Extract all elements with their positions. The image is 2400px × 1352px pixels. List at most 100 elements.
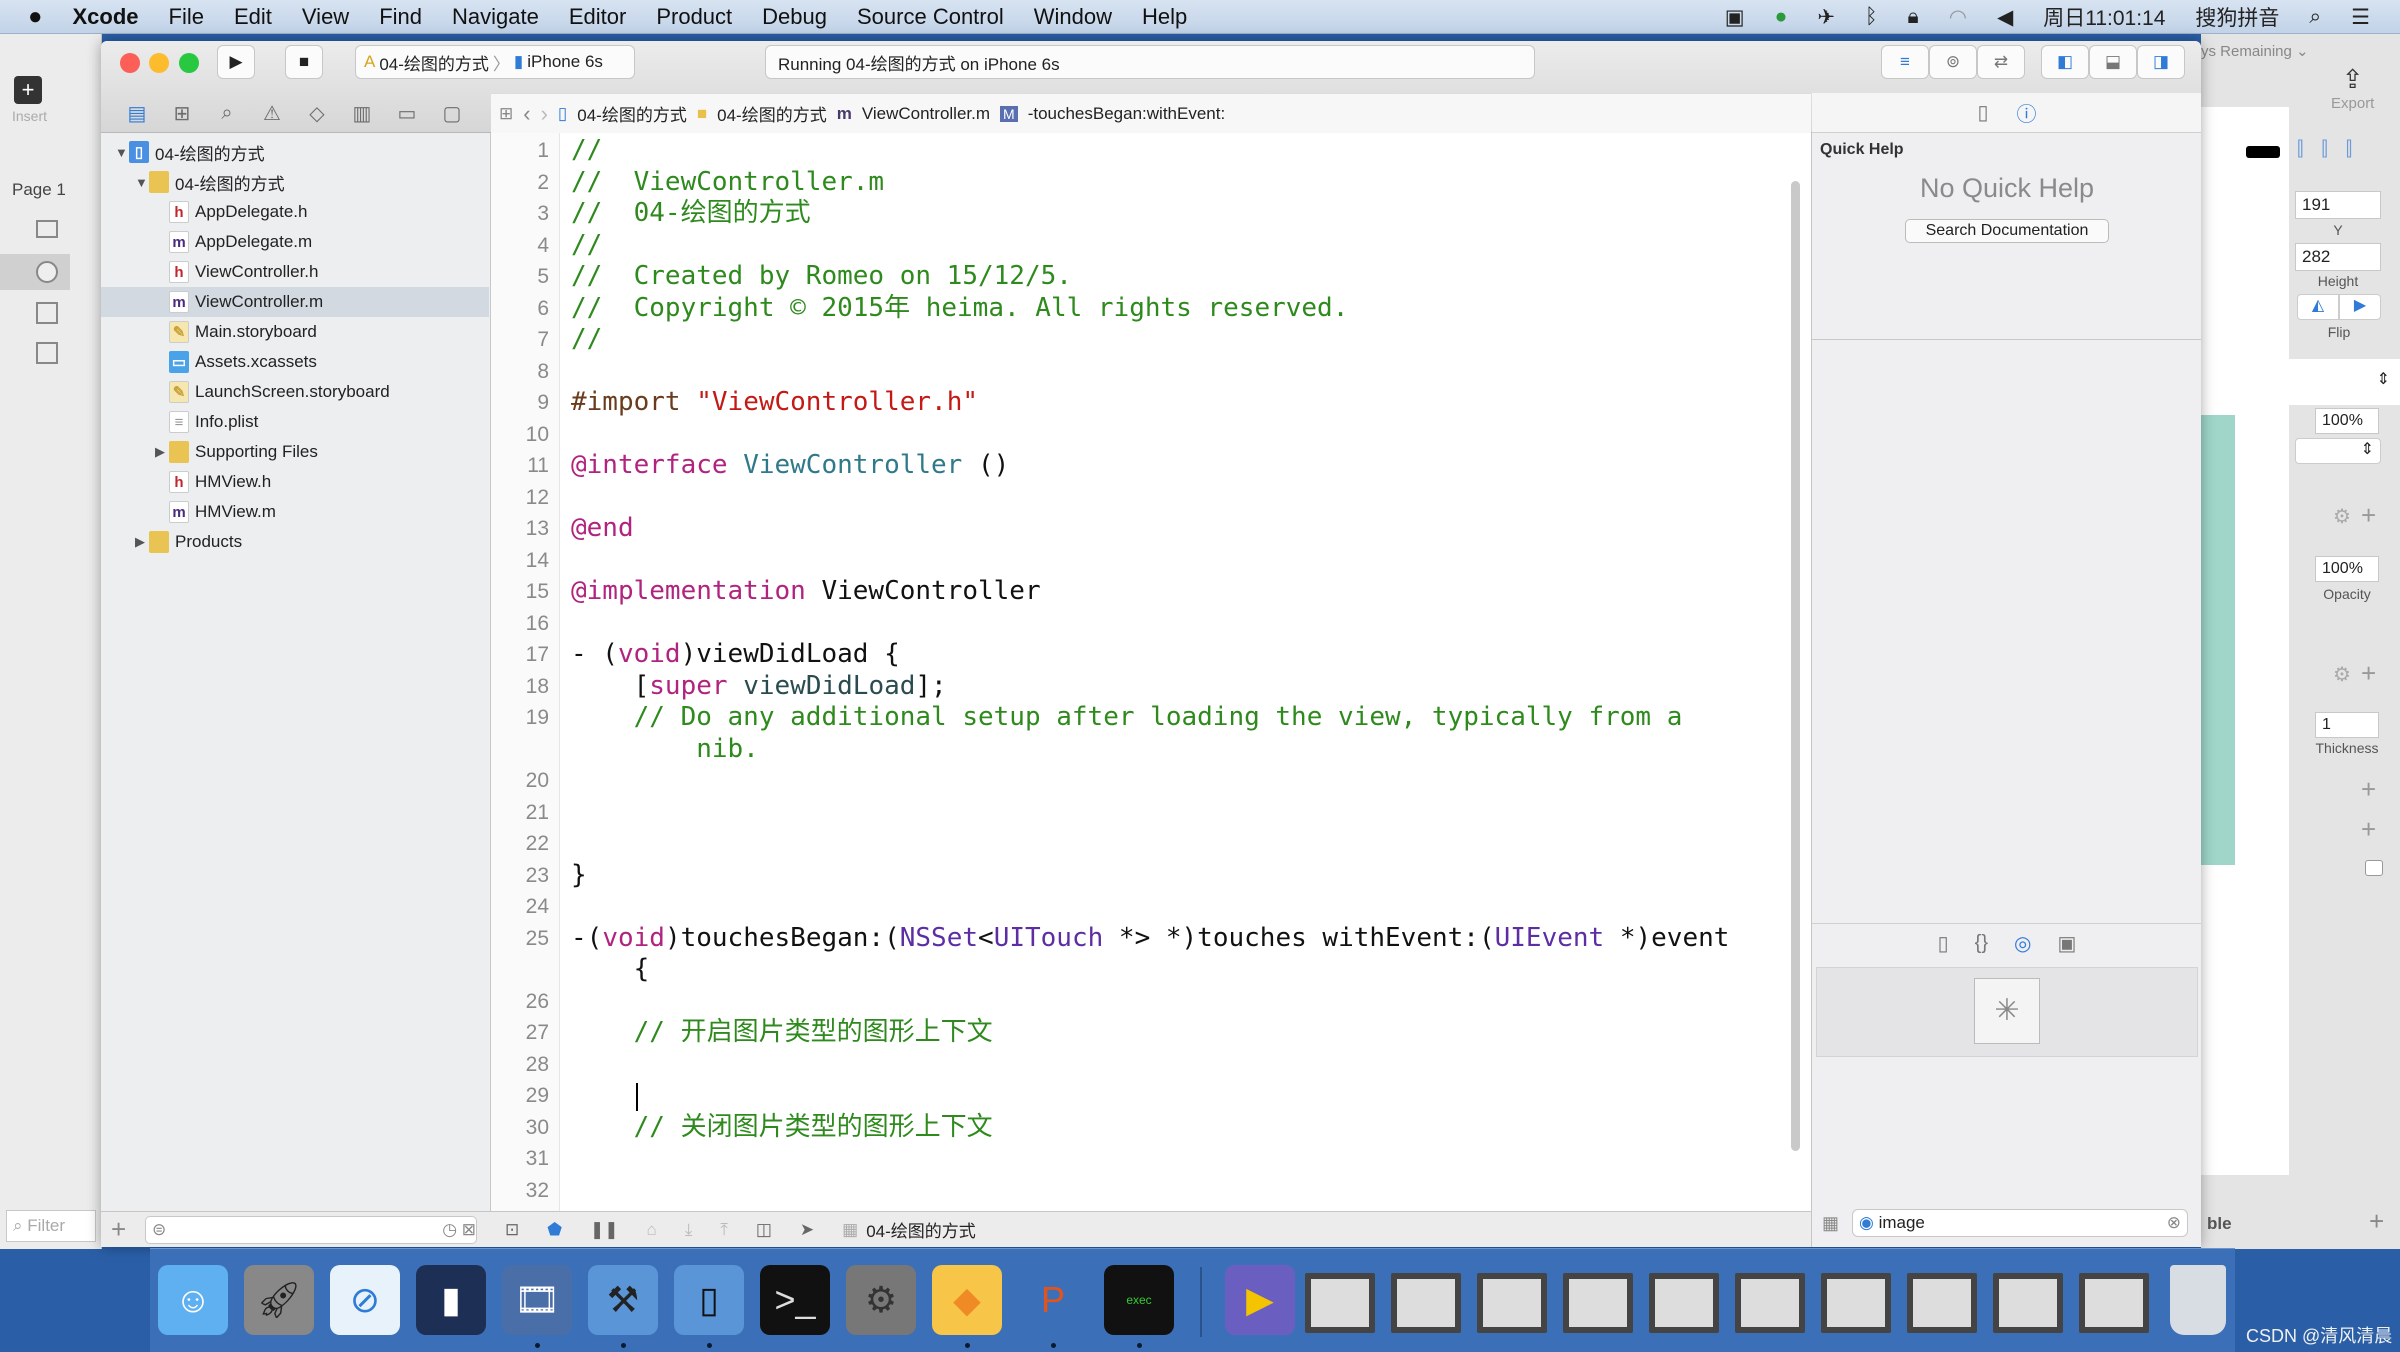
y-field[interactable]: 191	[2295, 191, 2381, 219]
image-view-thumbnail[interactable]: ✳	[1974, 978, 2040, 1044]
dock-safari-icon[interactable]: ⊘	[330, 1265, 400, 1335]
disclosure-open-icon[interactable]: ▼	[115, 145, 129, 160]
menu-navigate[interactable]: Navigate	[452, 4, 539, 30]
dock-mouse-app-icon[interactable]: ▮	[416, 1265, 486, 1335]
screen-record-icon[interactable]: ▣	[1725, 5, 1745, 30]
navigator-item[interactable]: m ViewController.m	[101, 287, 489, 317]
align-icons[interactable]: ⫿⫿⫿	[2297, 138, 2370, 161]
add-inner-shadow-button[interactable]: +	[2361, 814, 2376, 845]
view-debugger-icon[interactable]: ◫	[756, 1220, 772, 1240]
navigator-filter-input[interactable]: ⊜ ◷ ⊠	[145, 1216, 477, 1244]
dock-simulator-icon[interactable]: ▯	[674, 1265, 744, 1335]
navigator-item[interactable]: ▼ 04-绘图的方式	[101, 167, 489, 197]
code-line[interactable]: 6 // Copyright © 2015年 heima. All rights …	[491, 293, 1801, 325]
breakpoint-navigator-icon[interactable]: ▭	[393, 99, 421, 127]
run-button[interactable]: ▶	[217, 45, 255, 79]
navigator-item[interactable]: ▼ ▯ 04-绘图的方式	[101, 137, 489, 167]
dock-minimized-window-thumbnail[interactable]	[1821, 1273, 1891, 1333]
border-settings-gear-icon[interactable]: ⚙	[2333, 662, 2351, 687]
disclosure-open-icon[interactable]: ▼	[135, 175, 149, 190]
media-icon[interactable]: ●	[1775, 5, 1788, 29]
code-line[interactable]: 2 // ViewController.m	[491, 167, 1801, 199]
export-button[interactable]: ⇪ Export	[2331, 64, 2374, 112]
code-line[interactable]: 9 #import "ViewController.h"	[491, 387, 1801, 419]
code-line[interactable]: 18 [super viewDidLoad];	[491, 671, 1801, 703]
back-button[interactable]: ‹	[523, 101, 530, 127]
search-documentation-button[interactable]: Search Documentation	[1905, 219, 2109, 243]
dock-terminal-icon[interactable]: >_	[760, 1265, 830, 1335]
menu-help[interactable]: Help	[1142, 4, 1187, 30]
add-file-button[interactable]: +	[111, 1214, 126, 1245]
dock-minimized-window-thumbnail[interactable]	[1993, 1273, 2063, 1333]
file-inspector-icon[interactable]: ▯	[1977, 100, 1988, 125]
code-line[interactable]: 31	[491, 1143, 1801, 1175]
scheme-selector[interactable]: A 04-绘图的方式 〉 ▮ iPhone 6s	[355, 45, 635, 79]
dock-minimized-window-thumbnail[interactable]	[1907, 1273, 1977, 1333]
menu-source-control[interactable]: Source Control	[857, 4, 1004, 30]
blend-select[interactable]: ⇕	[2295, 438, 2381, 464]
menu-edit[interactable]: Edit	[234, 4, 272, 30]
code-line[interactable]: 4 //	[491, 230, 1801, 262]
flip-horizontal-button[interactable]: ◭	[2297, 294, 2339, 320]
device-name[interactable]: iPhone 6s	[527, 52, 603, 72]
toggle-navigator-button[interactable]: ◧	[2041, 45, 2089, 79]
dock-minimized-window-thumbnail[interactable]	[1735, 1273, 1805, 1333]
navigator-item[interactable]: h HMView.h	[101, 467, 489, 497]
assistant-editor-button[interactable]: ⊚	[1929, 45, 1977, 79]
code-line[interactable]: 24	[491, 891, 1801, 923]
code-line[interactable]: 3 // 04-绘图的方式	[491, 198, 1801, 230]
wifi-icon[interactable]: ◠	[1949, 5, 1967, 30]
add-fill-button[interactable]: +	[2361, 500, 2376, 531]
jumpbar-method[interactable]: -touchesBegan:withEvent:	[1028, 104, 1226, 124]
code-line[interactable]: 5 // Created by Romeo on 15/12/5.	[491, 261, 1801, 293]
dock-minimized-window-thumbnail[interactable]	[1477, 1273, 1547, 1333]
volume-icon[interactable]: ◀	[1997, 5, 2013, 30]
disclosure-closed-icon[interactable]: ▶	[155, 444, 169, 460]
navigator-item[interactable]: m AppDelegate.m	[101, 227, 489, 257]
dock-console-icon[interactable]: exec	[1104, 1265, 1174, 1335]
navigator-item[interactable]: ✎ Main.storyboard	[101, 317, 489, 347]
code-line[interactable]: 19 // Do any additional setup after load…	[491, 702, 1801, 734]
code-line[interactable]: 17 - (void)viewDidLoad {	[491, 639, 1801, 671]
navigator-item[interactable]: m HMView.m	[101, 497, 489, 527]
fill-settings-gear-icon[interactable]: ⚙	[2333, 504, 2351, 529]
zoom-button[interactable]	[179, 53, 199, 73]
blur-checkbox[interactable]	[2365, 860, 2383, 876]
code-line[interactable]: 20	[491, 765, 1801, 797]
navigator-item[interactable]: ≡ Info.plist	[101, 407, 489, 437]
page-label[interactable]: Page 1	[12, 180, 66, 200]
toggle-utilities-button[interactable]: ◨	[2137, 45, 2185, 79]
code-line[interactable]: {	[491, 954, 1801, 986]
menu-find[interactable]: Find	[379, 4, 422, 30]
airplane-icon[interactable]: ✈	[1817, 5, 1835, 30]
add-border-button[interactable]: +	[2361, 658, 2376, 689]
code-line[interactable]: 16	[491, 608, 1801, 640]
menu-xcode[interactable]: Xcode	[73, 4, 139, 30]
menu-window[interactable]: Window	[1034, 4, 1112, 30]
issue-navigator-icon[interactable]: ⚠	[258, 99, 286, 127]
layer-oval-row[interactable]	[0, 254, 70, 290]
jumpbar-file[interactable]: ViewController.m	[862, 104, 990, 124]
toggle-debug-area-button[interactable]: ⬓	[2089, 45, 2137, 79]
jumpbar-group[interactable]: 04-绘图的方式	[717, 101, 827, 126]
dock-p-app-icon[interactable]: P	[1018, 1265, 1088, 1335]
step-out-icon[interactable]: ⤒	[720, 1220, 728, 1240]
dock-trash-icon[interactable]	[2170, 1265, 2226, 1335]
menu-file[interactable]: File	[169, 4, 204, 30]
navigator-item[interactable]: h ViewController.h	[101, 257, 489, 287]
test-navigator-icon[interactable]: ◇	[303, 99, 331, 127]
disclosure-closed-icon[interactable]: ▶	[135, 534, 149, 550]
code-snippet-library-icon[interactable]: {}	[1975, 932, 1988, 955]
object-library-icon[interactable]: ◎	[2014, 931, 2031, 956]
jumpbar-project[interactable]: 04-绘图的方式	[577, 101, 687, 126]
library-result-row[interactable]: ✳	[1816, 967, 2198, 1057]
scheme-name[interactable]: 04-绘图的方式	[379, 50, 489, 75]
library-filter-input[interactable]: ◉ image ⊗	[1852, 1209, 2188, 1237]
navigator-item[interactable]: ✎ LaunchScreen.storyboard	[101, 377, 489, 407]
code-line[interactable]: 30 // 关闭图片类型的图形上下文	[491, 1112, 1801, 1144]
trial-remaining[interactable]: ys Remaining ⌄	[2201, 42, 2309, 60]
code-line[interactable]: 29	[491, 1080, 1801, 1112]
code-line[interactable]: 23}	[491, 860, 1801, 892]
minimize-button[interactable]	[149, 53, 169, 73]
code-line[interactable]: 28	[491, 1049, 1801, 1081]
